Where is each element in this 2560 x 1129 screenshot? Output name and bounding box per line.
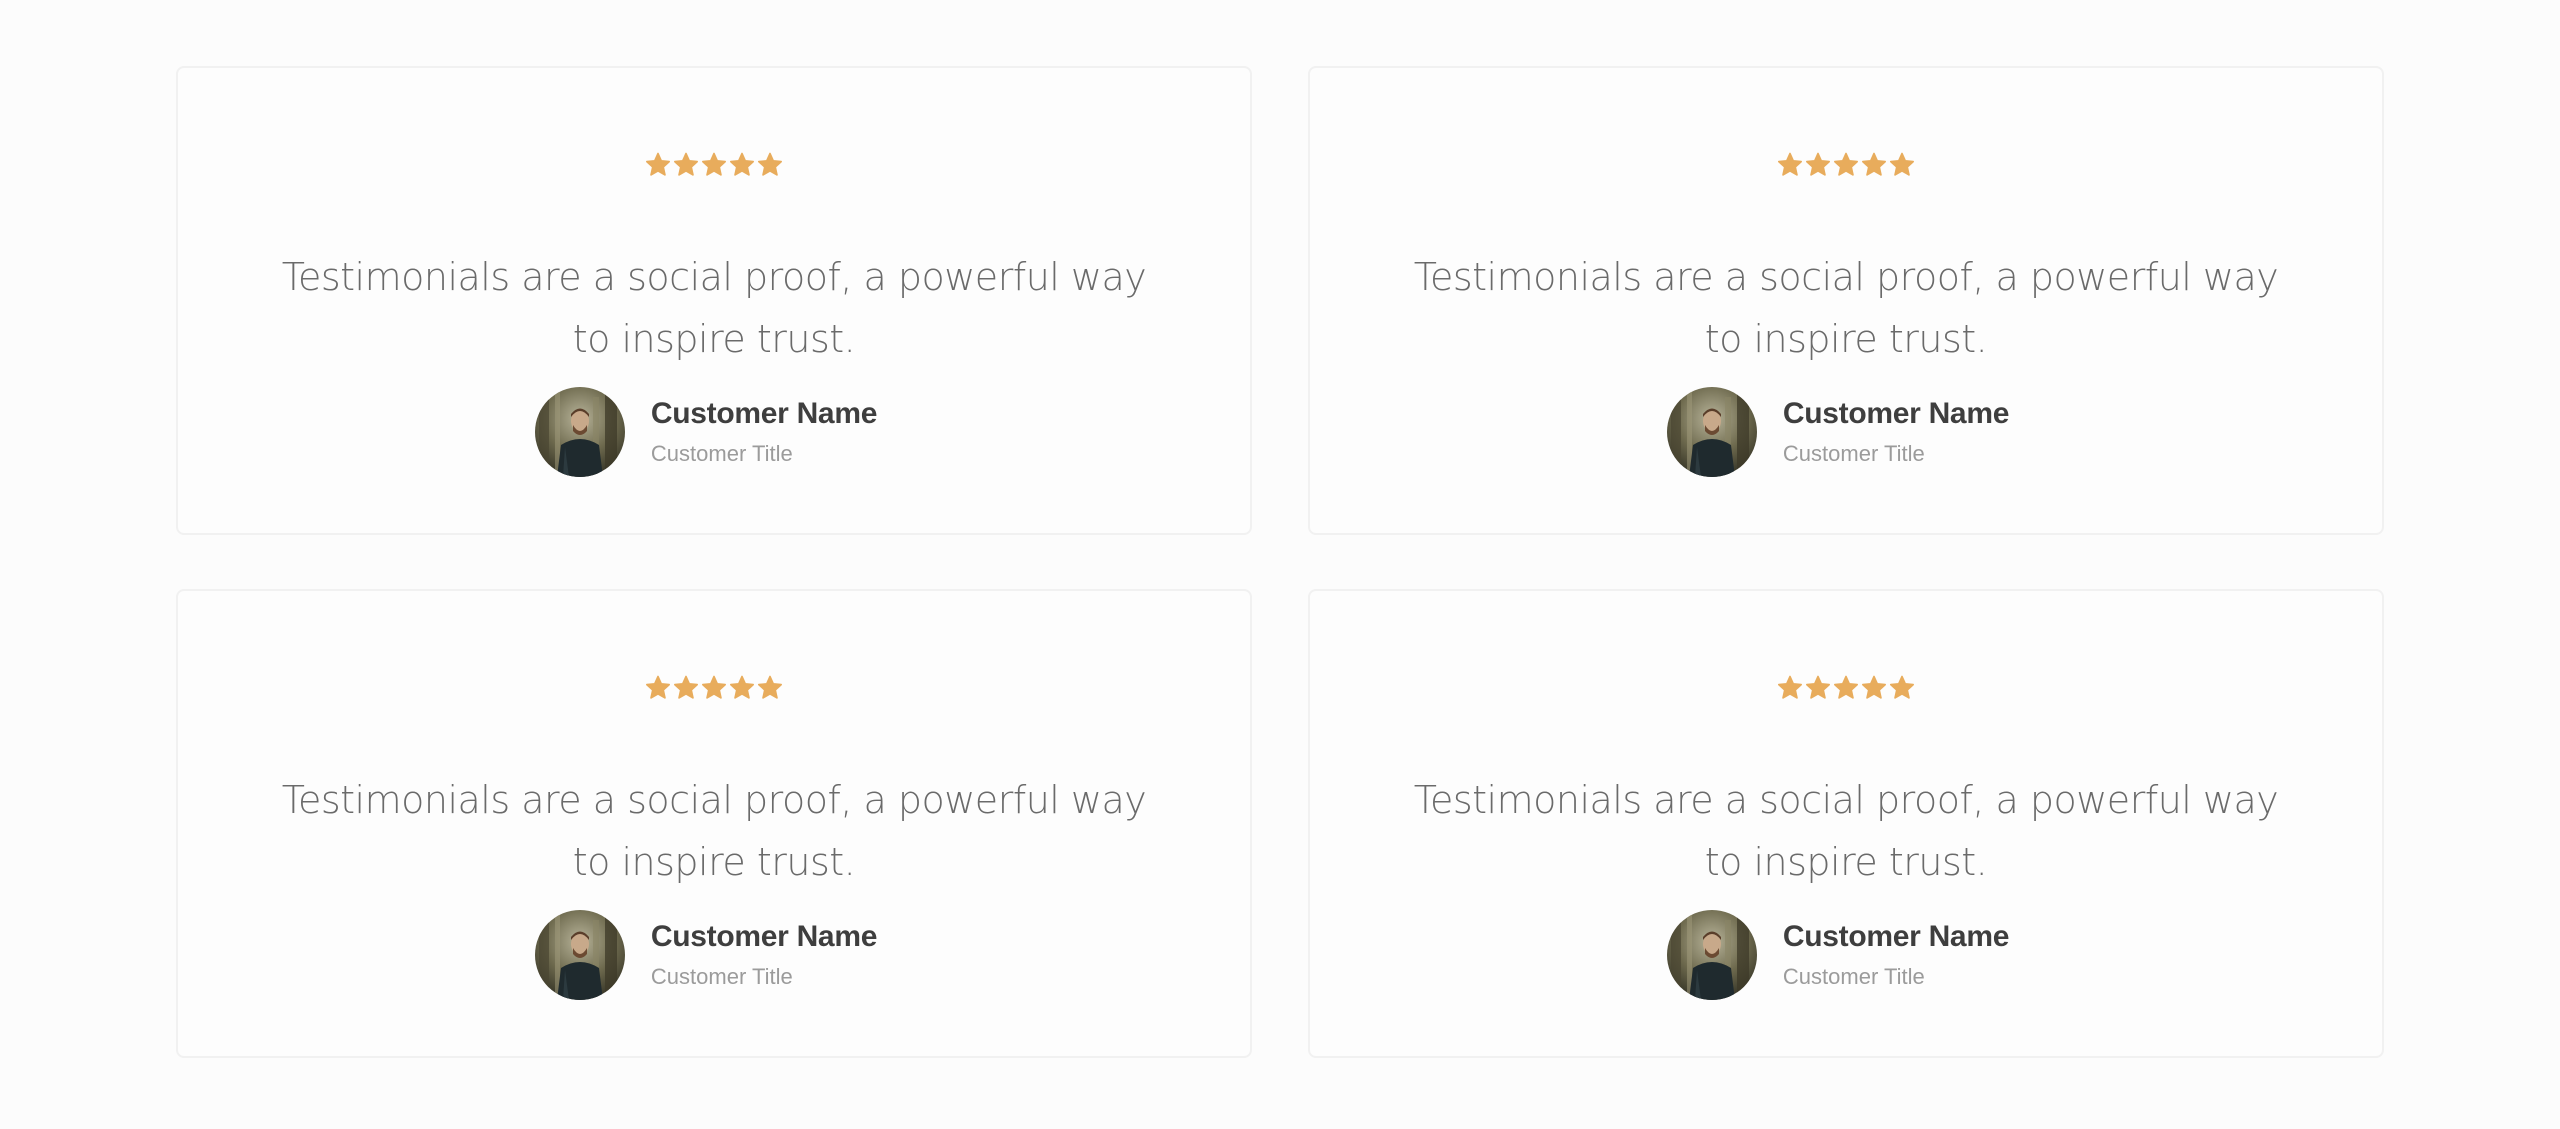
star-icon bbox=[1833, 152, 1859, 178]
star-icon bbox=[701, 675, 727, 701]
star-icon bbox=[1889, 675, 1915, 701]
star-icon bbox=[1777, 152, 1803, 178]
testimonial-card: Testimonials are a social proof, a power… bbox=[1308, 589, 2384, 1058]
author-info: Customer Name Customer Title bbox=[1783, 387, 2009, 477]
customer-name: Customer Name bbox=[1782, 920, 2010, 953]
testimonial-quote: Testimonials are a social proof, a power… bbox=[281, 778, 1147, 884]
testimonial-quote: Testimonials are a social proof, a power… bbox=[1413, 255, 2279, 361]
star-icon bbox=[673, 152, 699, 178]
author-info: Customer Name Customer Title bbox=[1783, 910, 2009, 1000]
testimonials-grid: Testimonials are a social proof, a power… bbox=[176, 66, 2384, 1058]
testimonial-author: Customer Name Customer Title bbox=[1310, 387, 2382, 477]
author-info: Customer Name Customer Title bbox=[651, 910, 877, 1000]
star-icon bbox=[729, 152, 755, 178]
star-rating bbox=[1310, 152, 2382, 178]
customer-name: Customer Name bbox=[650, 397, 878, 430]
star-icon bbox=[757, 152, 783, 178]
star-icon bbox=[673, 675, 699, 701]
star-icon bbox=[729, 675, 755, 701]
star-icon bbox=[1805, 152, 1831, 178]
star-rating bbox=[178, 675, 1250, 701]
testimonial-card: Testimonials are a social proof, a power… bbox=[176, 66, 1252, 535]
testimonial-card: Testimonials are a social proof, a power… bbox=[176, 589, 1252, 1058]
customer-name: Customer Name bbox=[1782, 397, 2010, 430]
star-icon bbox=[757, 675, 783, 701]
star-rating bbox=[1310, 675, 2382, 701]
avatar bbox=[1666, 387, 1757, 477]
star-icon bbox=[701, 152, 727, 178]
customer-title: Customer Title bbox=[650, 964, 793, 989]
star-icon bbox=[1861, 675, 1887, 701]
avatar bbox=[1666, 910, 1757, 1000]
customer-title: Customer Title bbox=[650, 441, 793, 466]
star-icon bbox=[645, 675, 671, 701]
testimonial-quote: Testimonials are a social proof, a power… bbox=[281, 255, 1147, 361]
star-icon bbox=[1777, 675, 1803, 701]
avatar bbox=[534, 910, 625, 1000]
customer-title: Customer Title bbox=[1782, 441, 1925, 466]
star-icon bbox=[1805, 675, 1831, 701]
testimonial-author: Customer Name Customer Title bbox=[178, 387, 1250, 477]
testimonial-card: Testimonials are a social proof, a power… bbox=[1308, 66, 2384, 535]
avatar bbox=[534, 387, 625, 477]
testimonial-quote: Testimonials are a social proof, a power… bbox=[1413, 778, 2279, 884]
star-icon bbox=[1861, 152, 1887, 178]
customer-title: Customer Title bbox=[1782, 964, 1925, 989]
star-icon bbox=[1889, 152, 1915, 178]
author-info: Customer Name Customer Title bbox=[651, 387, 877, 477]
star-icon bbox=[1833, 675, 1859, 701]
star-rating bbox=[178, 152, 1250, 178]
star-icon bbox=[645, 152, 671, 178]
testimonial-author: Customer Name Customer Title bbox=[178, 910, 1250, 1000]
customer-name: Customer Name bbox=[650, 920, 878, 953]
testimonial-author: Customer Name Customer Title bbox=[1310, 910, 2382, 1000]
